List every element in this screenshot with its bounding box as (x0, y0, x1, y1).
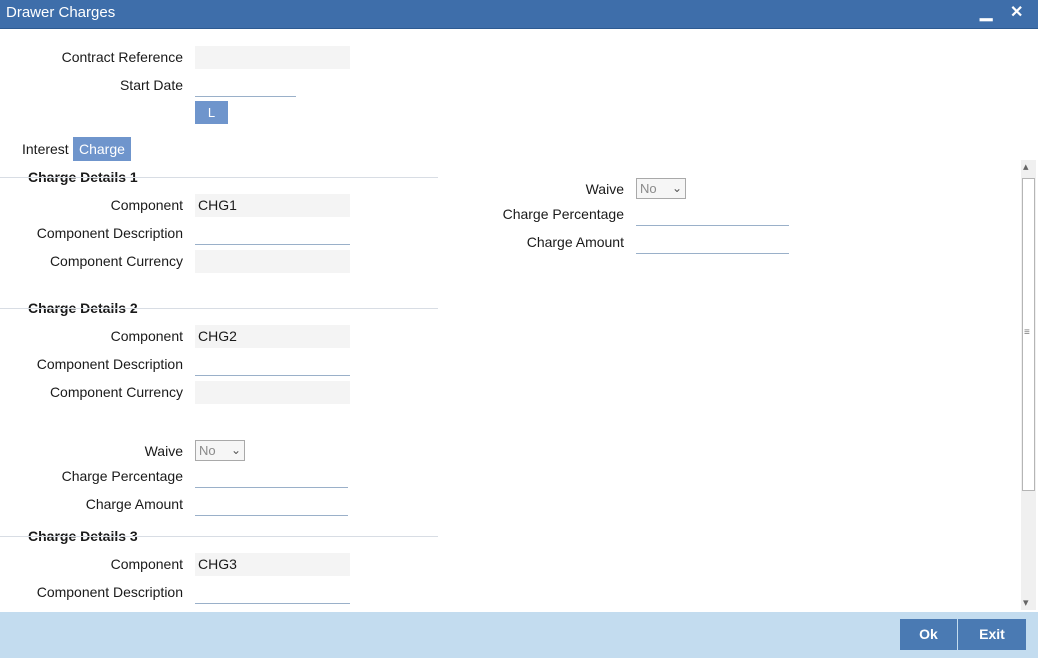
window-title: Drawer Charges (6, 4, 116, 21)
charge-percentage-label: Charge Percentage (502, 206, 624, 222)
section-divider (0, 536, 438, 537)
charge-percentage-label: Charge Percentage (61, 468, 183, 484)
charge-amount-label: Charge Amount (526, 234, 624, 250)
component-currency-label: Component Currency (49, 384, 183, 400)
component-description-field-3[interactable] (195, 581, 350, 604)
l-button[interactable]: L (195, 101, 228, 124)
scroll-down-icon[interactable]: ▾ (1023, 596, 1029, 609)
scroll-up-icon[interactable]: ▴ (1023, 160, 1029, 173)
tab-charge[interactable]: Charge (73, 137, 131, 161)
component-description-field-1[interactable] (195, 222, 350, 245)
component-field-1[interactable]: CHG1 (195, 194, 350, 217)
component-currency-field-1[interactable] (195, 250, 350, 273)
close-icon[interactable]: ✕ (1010, 2, 1023, 22)
component-field-2[interactable]: CHG2 (195, 325, 350, 348)
tab-interest[interactable]: Interest (16, 137, 75, 161)
component-description-label: Component Description (36, 584, 183, 600)
chevron-down-icon: ⌄ (671, 181, 682, 195)
component-description-field-2[interactable] (195, 353, 350, 376)
component-description-label: Component Description (36, 356, 183, 372)
exit-button[interactable]: Exit (958, 619, 1026, 650)
charge-amount-field-1[interactable] (636, 231, 789, 254)
component-label: Component (110, 556, 183, 572)
waive-select-1[interactable]: No ⌄ (636, 178, 686, 199)
scroll-grip-icon: ≡ (1024, 327, 1030, 338)
charge-amount-field-2[interactable] (195, 493, 348, 516)
chevron-down-icon: ⌄ (230, 443, 241, 457)
component-currency-label: Component Currency (49, 253, 183, 269)
waive-select-value: No (640, 181, 657, 196)
component-description-label: Component Description (36, 225, 183, 241)
component-label: Component (110, 328, 183, 344)
ok-button[interactable]: Ok (900, 619, 957, 650)
waive-select-value: No (199, 443, 216, 458)
waive-label: Waive (585, 181, 624, 197)
component-label: Component (110, 197, 183, 213)
component-field-3[interactable]: CHG3 (195, 553, 350, 576)
component-currency-field-2[interactable] (195, 381, 350, 404)
section-divider (0, 308, 438, 309)
charge-percentage-field-2[interactable] (195, 465, 348, 488)
start-date-field[interactable] (195, 74, 296, 97)
charge-percentage-field-1[interactable] (636, 203, 789, 226)
minimize-icon[interactable]: ▁ (980, 2, 992, 22)
contract-reference-label: Contract Reference (61, 49, 183, 65)
start-date-label: Start Date (119, 77, 183, 93)
title-bar (0, 0, 1038, 29)
charge-amount-label: Charge Amount (85, 496, 183, 512)
waive-select-2[interactable]: No ⌄ (195, 440, 245, 461)
contract-reference-field[interactable] (195, 46, 350, 69)
waive-label: Waive (144, 443, 183, 459)
section-divider (0, 177, 438, 178)
footer-bar (0, 612, 1038, 658)
